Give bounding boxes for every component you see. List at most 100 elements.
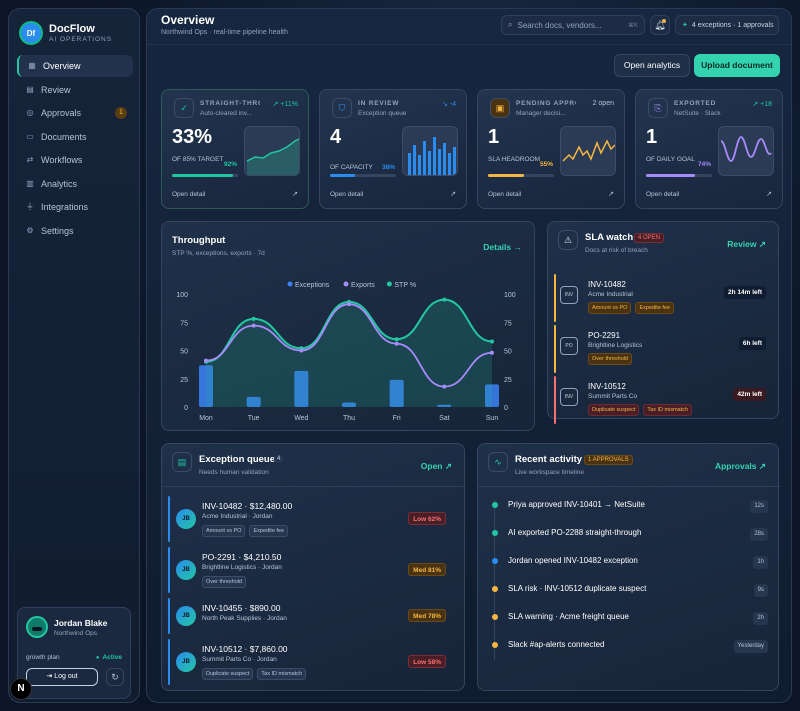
list-item[interactable]: Slack #ap-alerts connected Yesterday <box>492 636 768 656</box>
list-item[interactable]: INV INV-10482 Acme Industrial Amount vs … <box>554 274 772 322</box>
external-link-icon[interactable]: ↗ <box>766 190 772 198</box>
sidebar-item-workflows[interactable]: ⇄ Workflows <box>17 149 133 171</box>
activity-time: 1h <box>753 556 768 569</box>
kpi-progress <box>488 174 554 177</box>
list-item[interactable]: Priya approved INV-10401 → NetSuite 12s <box>492 496 768 516</box>
table-row[interactable]: JB INV-10512 · $7,860.00 Summit Parts Co… <box>168 639 458 685</box>
kpi-card-approvals[interactable]: ▣ PENDING APPROVALS Manager decisi... 2 … <box>477 89 625 209</box>
avatar: JB <box>176 652 196 672</box>
status-dot <box>492 614 498 620</box>
row-rail <box>168 639 170 685</box>
activity-time: 2h <box>753 612 768 625</box>
throughput-details-link[interactable]: Details → <box>483 242 522 252</box>
activity-text: Priya approved INV-10401 → NetSuite <box>508 500 645 509</box>
stp-point <box>442 297 447 302</box>
throughput-title: Throughput <box>172 235 226 246</box>
activity-icon: ∿ <box>488 452 508 472</box>
tag: Amount vs PO <box>202 525 246 537</box>
exception-count: 4 <box>274 455 284 463</box>
sidebar-item-approvals[interactable]: ◎ Approvals 1 <box>17 102 133 124</box>
activity-approvals-link[interactable]: Approvals ↗ <box>715 461 766 472</box>
list-item[interactable]: PO PO-2291 Brightline Logistics Over thr… <box>554 325 772 373</box>
kpi-delta: 2 open <box>592 100 614 107</box>
avatar[interactable] <box>26 616 48 638</box>
kpi-open-detail[interactable]: Open detail <box>330 191 363 198</box>
sparkline-bar <box>443 143 446 175</box>
sla-panel: ⚠ SLA watch 4 OPEN Docs at risk of breac… <box>547 221 779 424</box>
kpi-progress-fill <box>172 174 233 177</box>
document-icon: ▤ <box>26 84 34 94</box>
external-link-icon[interactable]: ↗ <box>608 190 614 198</box>
sparkline-bar <box>408 153 411 175</box>
table-row[interactable]: JB INV-10455 · $890.00 North Peak Suppli… <box>168 598 458 634</box>
search-input[interactable]: ⌕ Search docs, vendors... ⌘K <box>501 15 645 35</box>
kpi-delta: ↗ +11% <box>272 101 298 108</box>
stp-point <box>251 316 256 321</box>
activity-panel: ∿ Recent activity 1 APPROVALS Live works… <box>477 443 780 691</box>
kpi-delta: ↗ +18 <box>752 101 772 108</box>
kpi-card-review[interactable]: ⛉ IN REVIEW Exception queue ↘ -4 4 OF CA… <box>319 89 467 209</box>
kpi-open-detail[interactable]: Open detail <box>172 191 205 198</box>
kpi-pct: 92% <box>224 161 238 168</box>
status-pill[interactable]: ✦ 4 exceptions · 1 approvals <box>675 15 779 35</box>
risk-badge: Med 78% <box>408 609 446 622</box>
sla-company: Brightline Logistics <box>588 342 643 349</box>
list-item[interactable]: SLA warning · Acme freight queue 2h <box>492 608 768 628</box>
table-row[interactable]: JB INV-10482 · $12,480.00 Acme Industria… <box>168 496 458 542</box>
throughput-chart: Exceptions Exports STP % 100 100 75 75 50 50 25 25… <box>176 281 516 422</box>
risk-badge: Low 62% <box>408 512 446 525</box>
sidebar-item-documents[interactable]: ▭ Documents <box>17 126 133 148</box>
list-item[interactable]: SLA risk · INV-10512 duplicate suspect 9s <box>492 580 768 600</box>
list-item[interactable]: AI exported PO-2288 straight-through 28s <box>492 524 768 544</box>
kpi-title: PENDING APPROVALS <box>516 100 576 107</box>
approvals-badge: 1 <box>115 107 127 119</box>
kpi-progress <box>646 174 712 177</box>
activity-text: Jordan opened INV-10482 exception <box>508 556 638 565</box>
sidebar-item-analytics[interactable]: ▥ Analytics <box>17 173 133 195</box>
avatar: JB <box>176 509 196 529</box>
open-analytics-button[interactable]: Open analytics <box>614 54 690 77</box>
search-shortcut: ⌘K <box>627 22 638 29</box>
table-row[interactable]: JB PO-2291 · $4,210.50 Brightline Logist… <box>168 547 458 593</box>
list-item[interactable]: INV INV-10512 Summit Parts Co Duplicate … <box>554 376 772 424</box>
document-icon: INV <box>560 388 578 406</box>
kpi-sub: Auto-cleared inv... <box>200 110 252 117</box>
list-item[interactable]: Jordan opened INV-10482 exception 1h <box>492 552 768 572</box>
external-link-icon[interactable]: ↗ <box>450 190 456 198</box>
brand[interactable]: Df DocFlow AI OPERATIONS <box>21 23 112 43</box>
sidebar-item-label: Approvals <box>41 108 82 118</box>
topbar: Overview Northwind Ops · real-time pipel… <box>147 9 791 45</box>
kpi-open-detail[interactable]: Open detail <box>646 191 679 198</box>
external-link-icon[interactable]: ↗ <box>292 190 298 198</box>
logout-label: Log out <box>54 673 78 680</box>
kpi-card-stp[interactable]: ✓ STRAIGHT-THROUGH Auto-cleared inv... ↗… <box>161 89 309 209</box>
upload-document-button[interactable]: Upload document <box>694 54 780 77</box>
exports-point <box>394 341 399 346</box>
y-tick-label: 25 <box>504 377 512 384</box>
y-tick-label: 100 <box>504 292 516 299</box>
sparkline-bar <box>428 151 431 175</box>
kpi-value: 1 <box>646 126 658 148</box>
n-badge[interactable]: N <box>10 678 32 700</box>
workflow-icon: ⇄ <box>26 155 34 164</box>
y-tick-label: 75 <box>180 320 188 327</box>
notification-button[interactable]: 🔔︎ <box>650 15 670 35</box>
exception-open-link[interactable]: Open ↗ <box>421 461 452 472</box>
sla-review-link[interactable]: Review ↗ <box>727 239 766 250</box>
document-icon: PO <box>560 337 578 355</box>
refresh-button[interactable]: ↻ <box>106 668 124 686</box>
sparkline-bar <box>413 145 416 175</box>
logout-button[interactable]: ⇥ Log out <box>26 668 98 686</box>
kpi-open-detail[interactable]: Open detail <box>488 191 521 198</box>
exception-id: PO-2291 · $4,210.50 <box>202 552 282 562</box>
kpi-card-exported[interactable]: ⎘ EXPORTED NetSuite · Slack ↗ +18 1 OF D… <box>635 89 783 209</box>
kpi-progress-fill <box>488 174 525 177</box>
kpi-value: 33% <box>172 126 213 148</box>
exports-point <box>442 384 447 389</box>
sidebar-item-overview[interactable]: ▦ Overview <box>17 55 133 77</box>
sla-title: SLA watch <box>585 232 634 243</box>
sidebar-item-settings[interactable]: ⚙ Settings <box>17 220 133 242</box>
sidebar-item-integrations[interactable]: ⏚ Integrations <box>17 196 133 218</box>
sidebar-item-review[interactable]: ▤ Review <box>17 79 133 101</box>
row-rail <box>168 598 170 634</box>
